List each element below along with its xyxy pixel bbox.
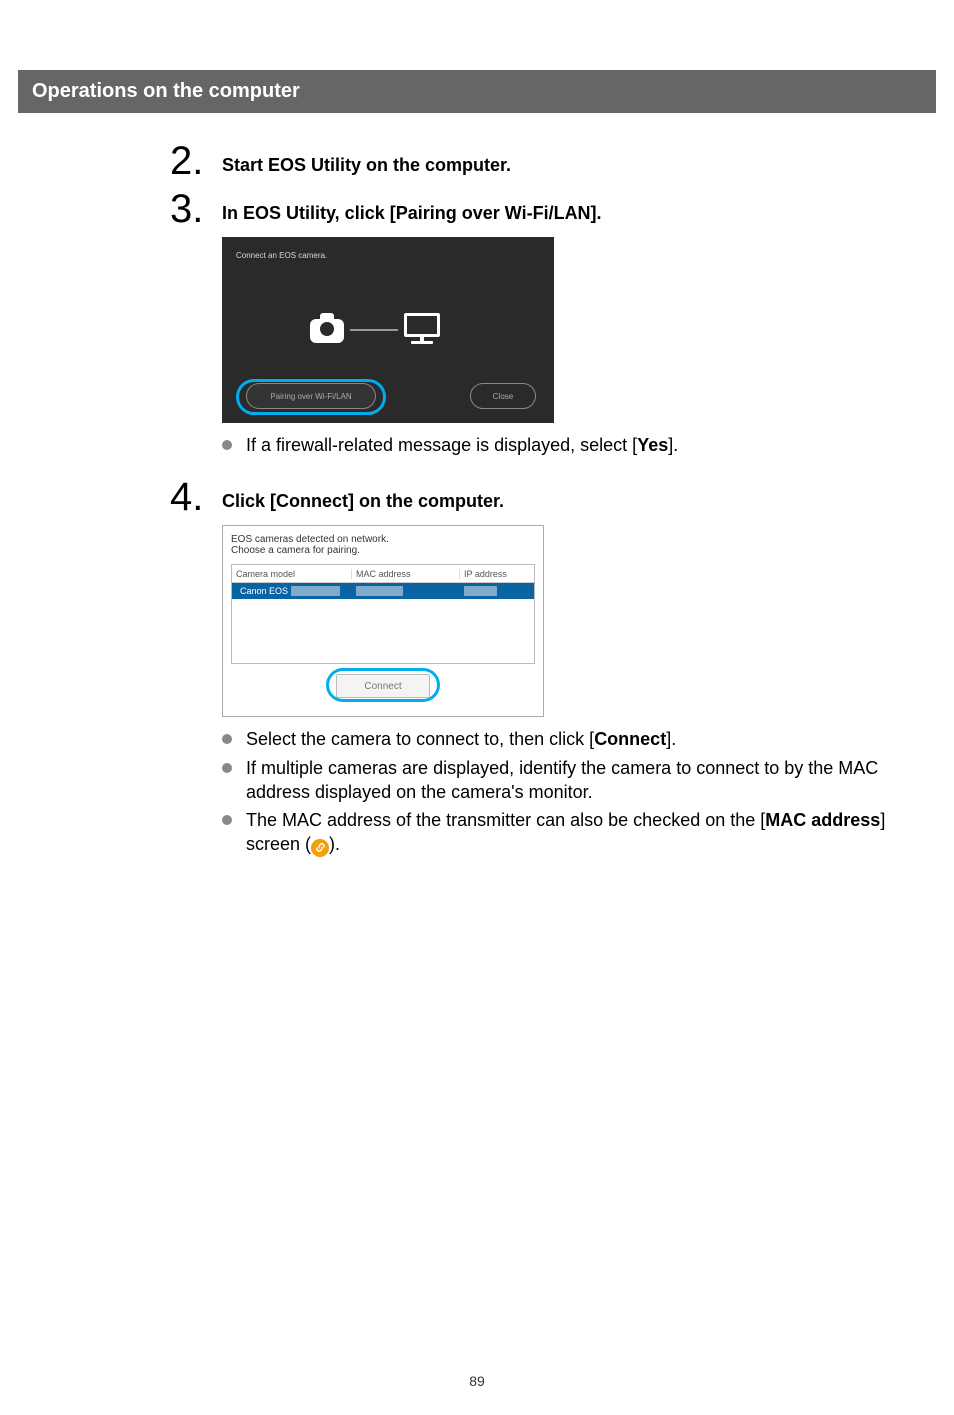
text-fragment: ]. xyxy=(668,435,678,455)
text-bold: Connect xyxy=(594,729,666,749)
cell-ip: xxxxxx xyxy=(460,586,497,596)
step-4-title: Click [Connect] on the computer. xyxy=(222,477,504,512)
col-ip-address: IP address xyxy=(460,569,507,579)
camera-table: Camera model MAC address IP address Cano… xyxy=(231,564,535,664)
monitor-icon xyxy=(404,313,440,345)
step-3-title: In EOS Utility, click [Pairing over Wi-F… xyxy=(222,189,602,224)
bullet-icon xyxy=(222,440,232,450)
step-4-body: EOS cameras detected on network. Choose … xyxy=(222,525,914,857)
eos-window-title: Connect an EOS camera. xyxy=(236,251,327,260)
section-header: Operations on the computer xyxy=(18,70,936,113)
bullet-icon xyxy=(222,734,232,744)
text-fragment: Select the camera to connect to, then cl… xyxy=(246,729,594,749)
step-3-number: 3. xyxy=(170,189,222,229)
connect-button-area: Connect xyxy=(231,674,535,708)
text-bold: MAC address xyxy=(765,810,880,830)
text-fragment: ). xyxy=(329,834,340,854)
eos-utility-screenshot: Connect an EOS camera. Pairing over Wi-F… xyxy=(222,237,554,423)
list-item: If a firewall-related message is display… xyxy=(222,433,914,457)
col-camera-model: Camera model xyxy=(232,569,352,579)
text-fragment: The MAC address of the transmitter can a… xyxy=(246,810,765,830)
bullet-text: If a firewall-related message is display… xyxy=(246,433,914,457)
step-2-number: 2. xyxy=(170,141,222,181)
list-item: Select the camera to connect to, then cl… xyxy=(222,727,914,751)
pairing-dialog-screenshot: EOS cameras detected on network. Choose … xyxy=(222,525,544,717)
step-2: 2. Start EOS Utility on the computer. xyxy=(170,141,914,181)
text-fragment: ]. xyxy=(666,729,676,749)
pairing-button-highlight xyxy=(236,379,386,415)
bullet-icon xyxy=(222,815,232,825)
page-number: 89 xyxy=(0,1373,954,1389)
link-icon[interactable] xyxy=(311,839,329,857)
step-4: 4. Click [Connect] on the computer. xyxy=(170,477,914,517)
connection-line-icon xyxy=(350,329,398,331)
text-bold: Yes xyxy=(637,435,668,455)
bullet-text: Select the camera to connect to, then cl… xyxy=(246,727,914,751)
dialog-text-line2: Choose a camera for pairing. xyxy=(231,545,535,556)
step-4-bullets: Select the camera to connect to, then cl… xyxy=(222,727,914,857)
bullet-icon xyxy=(222,763,232,773)
col-mac-address: MAC address xyxy=(352,569,460,579)
bullet-text: If multiple cameras are displayed, ident… xyxy=(246,756,914,805)
dialog-text-line1: EOS cameras detected on network. xyxy=(231,534,535,545)
list-item: The MAC address of the transmitter can a… xyxy=(222,808,914,857)
list-item: If multiple cameras are displayed, ident… xyxy=(222,756,914,805)
step-4-number: 4. xyxy=(170,477,222,517)
connect-button-highlight xyxy=(326,668,440,702)
camera-icon xyxy=(310,315,344,343)
step-3-body: Connect an EOS camera. Pairing over Wi-F… xyxy=(222,237,914,457)
step-2-title: Start EOS Utility on the computer. xyxy=(222,141,511,176)
table-row[interactable]: Canon EOS xxx xxxxxx xxxxxxxxx xxxxxx xyxy=(232,583,534,599)
bullet-text: The MAC address of the transmitter can a… xyxy=(246,808,914,857)
text-fragment: If a firewall-related message is display… xyxy=(246,435,637,455)
cell-model: Canon EOS xxx xxxxxx xyxy=(232,586,352,596)
step-3: 3. In EOS Utility, click [Pairing over W… xyxy=(170,189,914,229)
step-3-bullets: If a firewall-related message is display… xyxy=(222,433,914,457)
table-header: Camera model MAC address IP address xyxy=(232,565,534,583)
content-area: 2. Start EOS Utility on the computer. 3.… xyxy=(170,141,914,857)
cell-mac: xxxxxxxxx xyxy=(352,586,460,596)
close-button[interactable]: Close xyxy=(470,383,536,409)
